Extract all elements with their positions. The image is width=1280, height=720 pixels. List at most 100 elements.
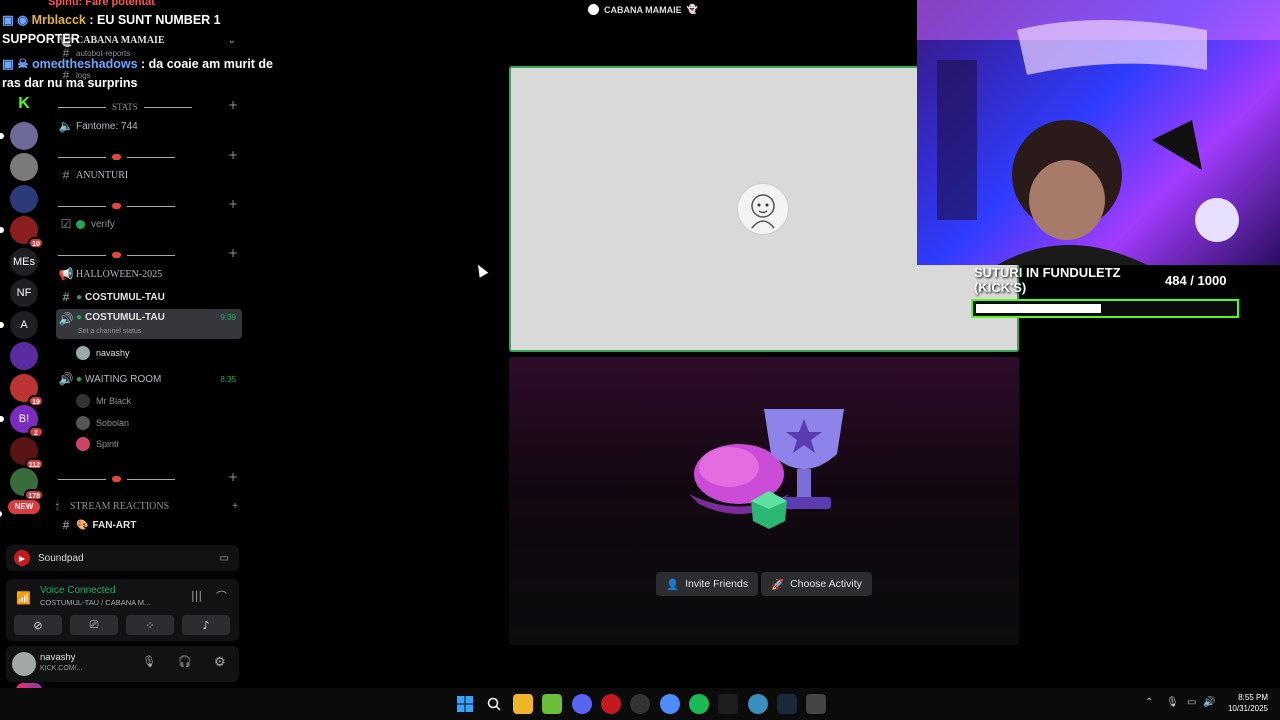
tray-chevron-icon[interactable]: ⌃ — [1145, 697, 1153, 708]
discord-icon[interactable] — [572, 694, 592, 714]
server-icon[interactable]: NF — [10, 279, 38, 307]
browser-icon[interactable] — [748, 694, 768, 714]
soundpad-icon[interactable] — [601, 694, 621, 714]
add-channel-icon[interactable]: + — [228, 148, 238, 162]
badge-icons: ▣ ☠ — [2, 57, 32, 71]
microphone-icon[interactable]: 🎙 — [1166, 697, 1179, 708]
username[interactable]: navashy — [40, 652, 75, 663]
voice-member[interactable]: Mr Black — [76, 392, 131, 410]
divider — [58, 156, 106, 158]
activities-button[interactable]: ⁘ — [126, 615, 174, 635]
server-icon[interactable]: NEW — [0, 499, 40, 517]
channel-halloween[interactable]: 📢 HALLOWEEN-2025 — [56, 264, 242, 284]
screenshare-icon: ⎚ — [89, 618, 99, 631]
screen-icon[interactable]: ▭ — [220, 553, 229, 564]
channel-status[interactable]: Set a channel status — [78, 328, 141, 335]
server-icon[interactable]: A — [0, 310, 38, 339]
user-avatar[interactable] — [12, 652, 36, 676]
add-channel-icon[interactable]: + — [228, 470, 238, 484]
category-divider[interactable]: + — [58, 470, 238, 485]
screenshare-button[interactable]: ⎚ — [70, 615, 118, 635]
webcam-feed — [917, 0, 1280, 265]
steam-icon[interactable] — [777, 694, 797, 714]
goal-title: SUTURI IN FUNDULETZ (KICK'S) — [974, 265, 1121, 295]
network-icon[interactable]: ▭ — [1187, 697, 1196, 708]
notepad-icon[interactable] — [542, 694, 562, 714]
badge-icons: ▣ ◉ — [2, 13, 32, 27]
channel-anunturi[interactable]: # ANUNTURI — [56, 165, 242, 185]
server-icon[interactable]: B! 2 — [0, 405, 44, 438]
headphones-icon[interactable]: 🎧 — [178, 655, 192, 668]
channel-verify[interactable]: ☑ verify — [56, 214, 242, 234]
choose-activity-button[interactable]: 🚀 Choose Activity — [761, 572, 872, 596]
server-icon[interactable] — [10, 153, 38, 181]
category-divider[interactable]: + — [58, 148, 238, 163]
server-icon[interactable]: MEs — [10, 247, 38, 276]
voice-member[interactable]: navashy — [76, 344, 130, 362]
chat-text: : da coaie am murit de — [141, 57, 274, 71]
server-rail: K 10 MEs NF A 19 B! 2 112 178 NEW — [0, 90, 48, 540]
windows-start-icon[interactable] — [455, 694, 475, 714]
voice-status[interactable]: Voice Connected — [40, 585, 116, 596]
voice-member[interactable]: Spinti — [76, 435, 119, 453]
add-channel-icon[interactable]: + — [228, 98, 238, 112]
channel-fan-art[interactable]: # 🎨 FAN-ART — [56, 515, 242, 535]
divider — [58, 106, 106, 108]
add-channel-icon[interactable]: + — [228, 246, 238, 260]
microphone-icon[interactable]: 🎙 — [142, 655, 156, 668]
server-icon[interactable]: 178 — [10, 468, 44, 501]
hash-icon: # — [62, 518, 70, 532]
category-stats[interactable]: STATS + — [58, 98, 238, 113]
server-icon[interactable]: 112 — [10, 436, 44, 470]
unread-pip — [0, 510, 2, 517]
waveform-icon[interactable]: ||| — [191, 589, 202, 602]
soundboard-button[interactable]: ♪ — [182, 615, 230, 635]
server-icon[interactable] — [10, 342, 38, 370]
divider — [127, 205, 175, 207]
chevron-down-icon: ⌄ — [227, 34, 236, 46]
app-icon[interactable] — [718, 694, 738, 714]
channel-costumul-voice[interactable]: 🔊 ● COSTUMUL-TAU 9:39 Set a channel stat… — [56, 309, 242, 339]
unread-pip — [0, 227, 4, 233]
invite-friends-button[interactable]: 👤 Invite Friends — [656, 572, 759, 596]
settings-gear-icon[interactable]: ⚙ — [214, 654, 226, 670]
speaker-icon: 🔊 — [58, 372, 74, 386]
goal-progress-bar — [971, 299, 1239, 318]
trophy-illustration — [689, 409, 844, 529]
server-icon[interactable]: 10 — [0, 216, 44, 249]
divider — [127, 254, 175, 256]
voice-member[interactable]: Sobolan — [76, 414, 129, 432]
server-icon[interactable]: K — [10, 90, 38, 118]
server-icon[interactable] — [0, 121, 38, 150]
lips-icon — [112, 154, 121, 160]
cartoon-face-icon — [751, 194, 775, 229]
file-explorer-icon[interactable] — [513, 694, 533, 714]
server-icon[interactable] — [10, 184, 38, 213]
add-channel-icon[interactable]: + — [228, 197, 238, 211]
announcement-icon: 📢 — [58, 267, 74, 281]
category-stream-reactions[interactable]: 🕯 STREAM REACTIONS + — [56, 496, 242, 516]
mention-badge: 10 — [28, 237, 44, 249]
taskbar: ⌃ 🎙 ▭ 🔊 8:55 PM 10/31/2025 — [0, 688, 1280, 720]
chrome-icon[interactable] — [660, 694, 680, 714]
voice-location[interactable]: COSTUMUL-TAU / CABANA M... — [40, 598, 150, 607]
avatar — [76, 394, 90, 408]
disconnect-icon[interactable]: ⌒ — [216, 588, 227, 604]
obs-icon[interactable] — [630, 694, 650, 714]
add-channel-icon[interactable]: + — [232, 501, 238, 512]
server-icon[interactable]: 19 — [10, 373, 44, 407]
category-divider[interactable]: + — [58, 197, 238, 212]
volume-icon[interactable]: 🔊 — [1203, 697, 1215, 708]
settings-icon[interactable] — [806, 694, 826, 714]
spotify-icon[interactable] — [689, 694, 709, 714]
category-divider[interactable]: + — [58, 246, 238, 261]
search-icon[interactable] — [484, 694, 504, 714]
soundpad-bar[interactable]: ▶ Soundpad ▭ — [6, 545, 239, 571]
clock[interactable]: 8:55 PM 10/31/2025 — [1228, 692, 1268, 714]
camera-off-button[interactable]: ⊘ — [14, 615, 62, 635]
channel-waiting-room[interactable]: 🔊 ● WAITING ROOM 8:35 — [56, 369, 242, 389]
divider — [127, 156, 175, 158]
chat-message-continued: SUPPORTER — [2, 32, 80, 46]
channel-fantome[interactable]: 🔈 Fantome: 744 — [56, 116, 242, 136]
channel-costumul-text[interactable]: # ● COSTUMUL-TAU — [56, 287, 242, 307]
